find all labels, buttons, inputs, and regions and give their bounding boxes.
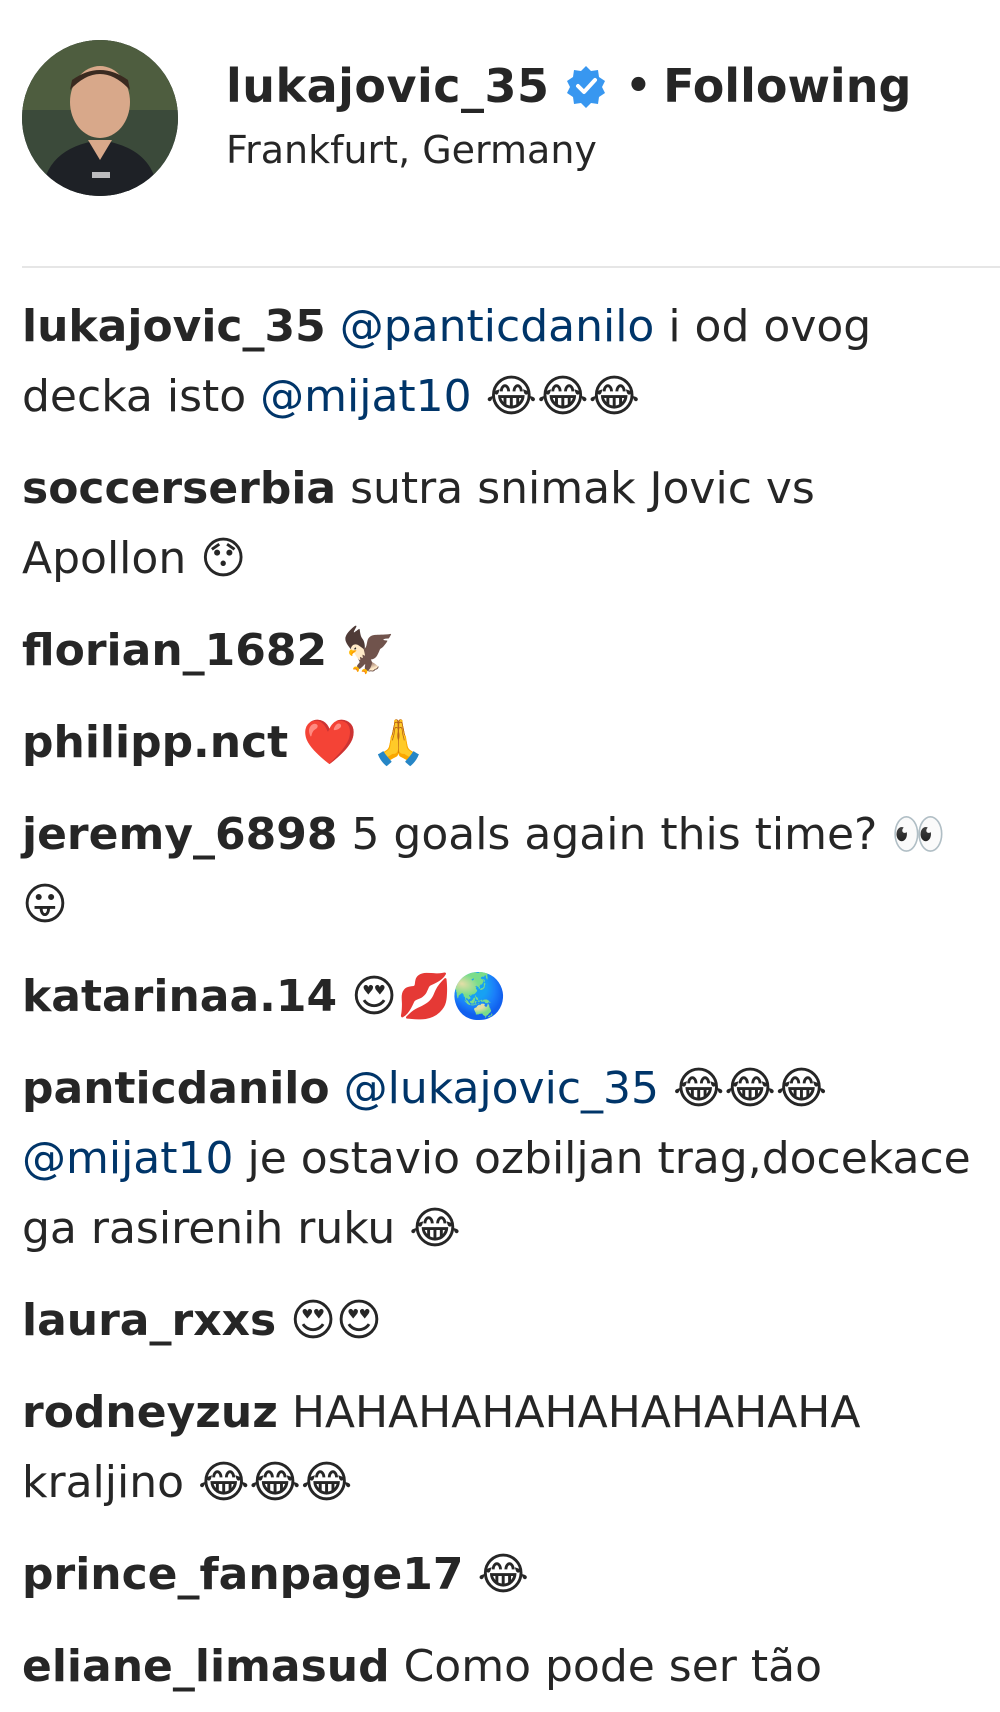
comment-username[interactable]: laura_rxxs [22, 1295, 276, 1346]
comment-item: katarinaa.14 😍💋🌏 [22, 962, 982, 1032]
comment-text: 😂 [463, 1549, 529, 1600]
comment-item: rodneyzuz HAHAHAHAHAHAHAHAHA kraljino 😂😂… [22, 1378, 982, 1518]
post-location[interactable]: Frankfurt, Germany [226, 128, 911, 172]
mention-link[interactable]: @mijat10 [22, 1133, 234, 1184]
comment-item: florian_1682 🦅 [22, 616, 982, 686]
comment-text: 😍😍 [276, 1295, 382, 1346]
comment-item: jeremy_6898 5 goals again this time? 👀😛 [22, 800, 982, 940]
comment-text: 🦅 [327, 625, 396, 676]
mention-link[interactable]: @lukajovic_35 [344, 1063, 659, 1114]
mention-link[interactable]: @mijat10 [260, 371, 472, 422]
comment-username[interactable]: eliane_limasud [22, 1641, 390, 1692]
verified-badge-icon [564, 64, 608, 108]
comment-username[interactable]: prince_fanpage17 [22, 1549, 463, 1600]
comment-item: philipp.nct ❤️ 🙏 [22, 708, 982, 778]
comment-username[interactable]: philipp.nct [22, 717, 288, 768]
post-author-username[interactable]: lukajovic_35 [226, 59, 550, 113]
comments-list: lukajovic_35 @panticdanilo i od ovog dec… [22, 268, 982, 1702]
comment-username[interactable]: jeremy_6898 [22, 809, 337, 860]
comment-username[interactable]: florian_1682 [22, 625, 327, 676]
comment-text: ❤️ 🙏 [288, 717, 426, 768]
comment-text [326, 301, 340, 352]
comment-text: 😂😂😂 [659, 1063, 828, 1114]
comment-text: 😂😂😂 [471, 371, 640, 422]
mention-link[interactable]: @panticdanilo [340, 301, 655, 352]
comment-username[interactable]: katarinaa.14 [22, 971, 337, 1022]
following-button[interactable]: Following [663, 59, 911, 113]
post-header: lukajovic_35 • Following Frankfurt, Germ… [22, 0, 1000, 268]
comment-username[interactable]: soccerserbia [22, 463, 336, 514]
comment-item: lukajovic_35 @panticdanilo i od ovog dec… [22, 292, 982, 432]
comment-item: prince_fanpage17 😂 [22, 1540, 982, 1610]
comment-item: panticdanilo @lukajovic_35 😂😂😂 @mijat10 … [22, 1054, 982, 1264]
comment-username[interactable]: rodneyzuz [22, 1387, 278, 1438]
profile-photo-icon [22, 40, 178, 196]
comment-text: Como pode ser tão [389, 1641, 823, 1692]
comment-text: 😍💋🌏 [337, 971, 507, 1022]
comment-username[interactable]: lukajovic_35 [22, 301, 326, 352]
separator-dot: • [625, 63, 652, 109]
comment-text [330, 1063, 344, 1114]
comment-username[interactable]: panticdanilo [22, 1063, 330, 1114]
avatar[interactable] [22, 40, 178, 196]
comment-item: soccerserbia sutra snimak Jovic vs Apoll… [22, 454, 982, 594]
comment-item: eliane_limasud Como pode ser tão [22, 1632, 982, 1702]
comment-item: laura_rxxs 😍😍 [22, 1286, 982, 1356]
